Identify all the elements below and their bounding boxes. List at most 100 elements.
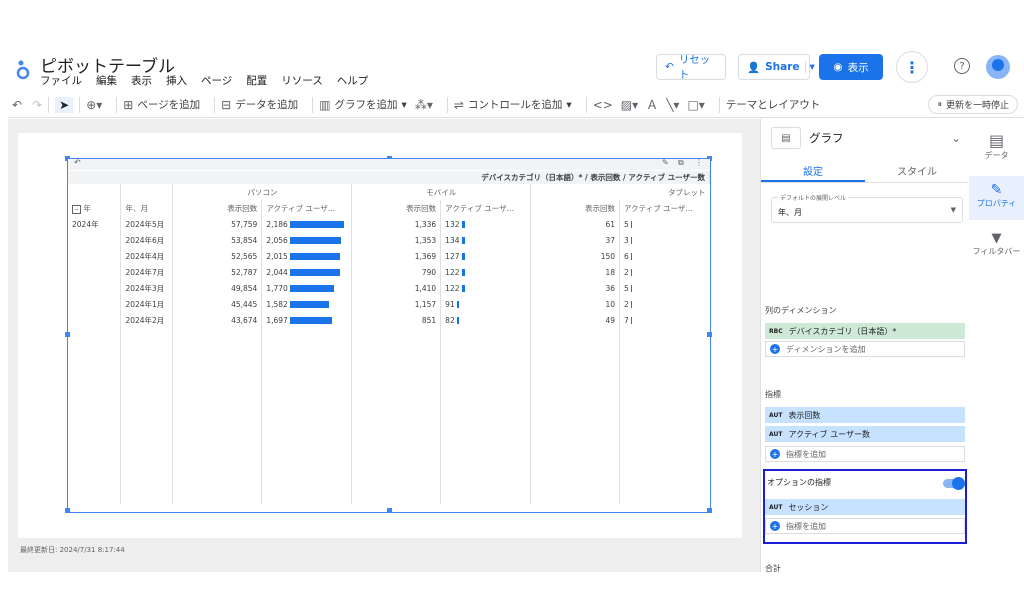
metric-cell: 2,044: [261, 264, 353, 280]
metric-header[interactable]: アクティブ ユーザ…: [261, 200, 353, 216]
zoom-icon[interactable]: ⊕▾: [86, 98, 102, 112]
table-row: 2024年2月 43,674 1,697 851 82 49 7: [68, 312, 710, 328]
metric-header[interactable]: 表示回数: [351, 200, 442, 216]
metric-cell: 1,582: [261, 296, 353, 312]
edit-pencil-icon[interactable]: ✎: [662, 158, 669, 167]
add-data-button[interactable]: ⊟ データを追加: [221, 97, 298, 112]
default-drill-select[interactable]: デフォルトの展開レベル 年、月 ▼: [771, 193, 963, 223]
rail-filter-button[interactable]: ▼ フィルタバー: [969, 231, 1024, 257]
row-dimension-cell: 2024年7月: [120, 264, 174, 280]
pivot-table: デバイスカテゴリ（日本語）* / 表示回数 / アクティブ ユーザー数 パソコン…: [68, 171, 710, 504]
cell-value: 6: [624, 251, 629, 261]
cell-value: 2,044: [266, 267, 288, 277]
pause-update-button[interactable]: ⏸ 更新を一時停止: [928, 95, 1018, 114]
select-cursor-icon[interactable]: ➤: [55, 96, 74, 113]
text-type-icon: RBC: [769, 327, 783, 335]
line-icon[interactable]: ╲▾: [666, 98, 679, 112]
menu-page[interactable]: ページ: [201, 73, 232, 88]
image-icon[interactable]: ▨▾: [621, 98, 638, 112]
reset-chart-icon[interactable]: ↶: [74, 158, 81, 167]
theme-layout-button[interactable]: テーマとレイアウト: [726, 97, 821, 112]
add-chart-button[interactable]: ▥ グラフを追加 ▾: [319, 97, 407, 112]
menu-edit[interactable]: 編集: [96, 73, 117, 88]
avatar[interactable]: [986, 55, 1010, 79]
add-control-button[interactable]: ⇌ コントロールを追加 ▾: [454, 97, 572, 112]
value-bar: [461, 221, 465, 228]
menu-arrange[interactable]: 配置: [246, 73, 267, 88]
metric-chip[interactable]: AUT 表示回数: [765, 407, 965, 423]
tab-style[interactable]: スタイル: [865, 155, 968, 182]
row-header-year[interactable]: 年: [83, 204, 91, 213]
resize-handle[interactable]: [65, 508, 70, 513]
more-options-button[interactable]: ⋮: [896, 51, 928, 83]
column-dimension-chip[interactable]: RBC デバイスカテゴリ（日本語）*: [765, 323, 965, 339]
metric-cell: 45,445: [172, 296, 263, 312]
cell-value: 82: [445, 315, 455, 325]
rail-data-button[interactable]: ▤ データ: [969, 131, 1024, 161]
help-icon[interactable]: ?: [954, 58, 970, 74]
redo-icon[interactable]: ↷: [32, 98, 42, 112]
community-viz-icon[interactable]: ⁂▾: [415, 98, 433, 112]
pivot-table-chart[interactable]: ↶ ✎ ⧉ ⋮ デバイスカテゴリ（日本語）* / 表示回数 / アクティブ ユー…: [65, 156, 712, 513]
pivot-table-icon: ▤: [771, 127, 801, 149]
text-icon[interactable]: Ａ: [646, 96, 658, 113]
menu-help[interactable]: ヘルプ: [337, 73, 369, 88]
cell-value: 49: [605, 315, 616, 325]
metric-cell: 1,157: [351, 296, 442, 312]
view-button[interactable]: ◉ 表示: [819, 54, 883, 80]
metric-cell: 37: [530, 232, 621, 248]
column-dimension-header[interactable]: デバイスカテゴリ（日本語）* / 表示回数 / アクティブ ユーザー数: [68, 171, 710, 184]
value-bar: [461, 285, 465, 292]
metric-cell: 1,336: [351, 216, 442, 232]
optional-metrics-toggle[interactable]: [943, 477, 965, 490]
resize-handle[interactable]: [707, 508, 712, 513]
row-dimension-cell: [68, 296, 122, 312]
chart-type-selector[interactable]: ▤ グラフ ⌄: [771, 125, 961, 151]
undo-icon[interactable]: ↶: [12, 98, 22, 112]
shape-icon[interactable]: □▾: [687, 98, 704, 112]
metric-header[interactable]: 表示回数: [172, 200, 263, 216]
value-bar: [630, 301, 633, 308]
add-metric-button[interactable]: + 指標を追加: [765, 446, 965, 462]
add-page-icon: ⊞: [123, 97, 134, 112]
chevron-down-icon: ▾: [401, 98, 407, 111]
reset-button[interactable]: ↶ リセット: [656, 54, 726, 81]
menu-file[interactable]: ファイル: [40, 73, 82, 88]
chevron-down-icon: ⌄: [951, 131, 961, 145]
rail-properties-button[interactable]: ✎ プロパティ: [969, 176, 1024, 220]
metric-cell: 127: [440, 248, 532, 264]
metric-cell: 49,854: [172, 280, 263, 296]
metric-header[interactable]: 表示回数: [530, 200, 621, 216]
chevron-down-icon[interactable]: ▾: [804, 61, 815, 73]
add-optional-metric-button[interactable]: + 指標を追加: [765, 518, 965, 534]
cell-value: 2,015: [266, 251, 288, 261]
metric-cell: 61: [530, 216, 621, 232]
menu-insert[interactable]: 挿入: [166, 73, 187, 88]
cell-value: 52,565: [231, 251, 258, 261]
add-dimension-button[interactable]: + ディメンションを追加: [765, 341, 965, 357]
share-button[interactable]: 👤 Share ▾: [738, 54, 815, 80]
metric-cell: 1,369: [351, 248, 442, 264]
row-header-month[interactable]: 年、月: [120, 200, 174, 216]
optional-metric-chip[interactable]: AUT セッション: [765, 499, 965, 515]
metric-cell: 18: [530, 264, 621, 280]
row-dimension-cell: [68, 248, 122, 264]
menu-view[interactable]: 表示: [131, 73, 152, 88]
report-page[interactable]: ↶ ✎ ⧉ ⋮ デバイスカテゴリ（日本語）* / 表示回数 / アクティブ ユー…: [18, 133, 742, 538]
cell-value: 2024年3月: [125, 283, 165, 293]
add-page-button[interactable]: ⊞ ページを追加: [123, 97, 200, 112]
embed-code-icon[interactable]: <>: [593, 98, 613, 112]
row-dimension-cell: 2024年3月: [120, 280, 174, 296]
metric-header[interactable]: アクティブ ユーザ…: [620, 200, 710, 216]
row-dimension-cell: 2024年: [68, 216, 122, 232]
value-bar: [461, 269, 465, 276]
export-icon[interactable]: ⧉: [678, 158, 684, 168]
tab-setup[interactable]: 設定: [761, 155, 865, 182]
collapse-icon[interactable]: −: [72, 204, 82, 214]
metric-header[interactable]: アクティブ ユーザ…: [440, 200, 532, 216]
more-vert-icon[interactable]: ⋮: [695, 158, 703, 167]
cell-value: 132: [445, 219, 460, 229]
metric-chip[interactable]: AUT アクティブ ユーザー数: [765, 426, 965, 442]
menu-resource[interactable]: リソース: [281, 73, 322, 88]
resize-handle[interactable]: [387, 508, 392, 513]
